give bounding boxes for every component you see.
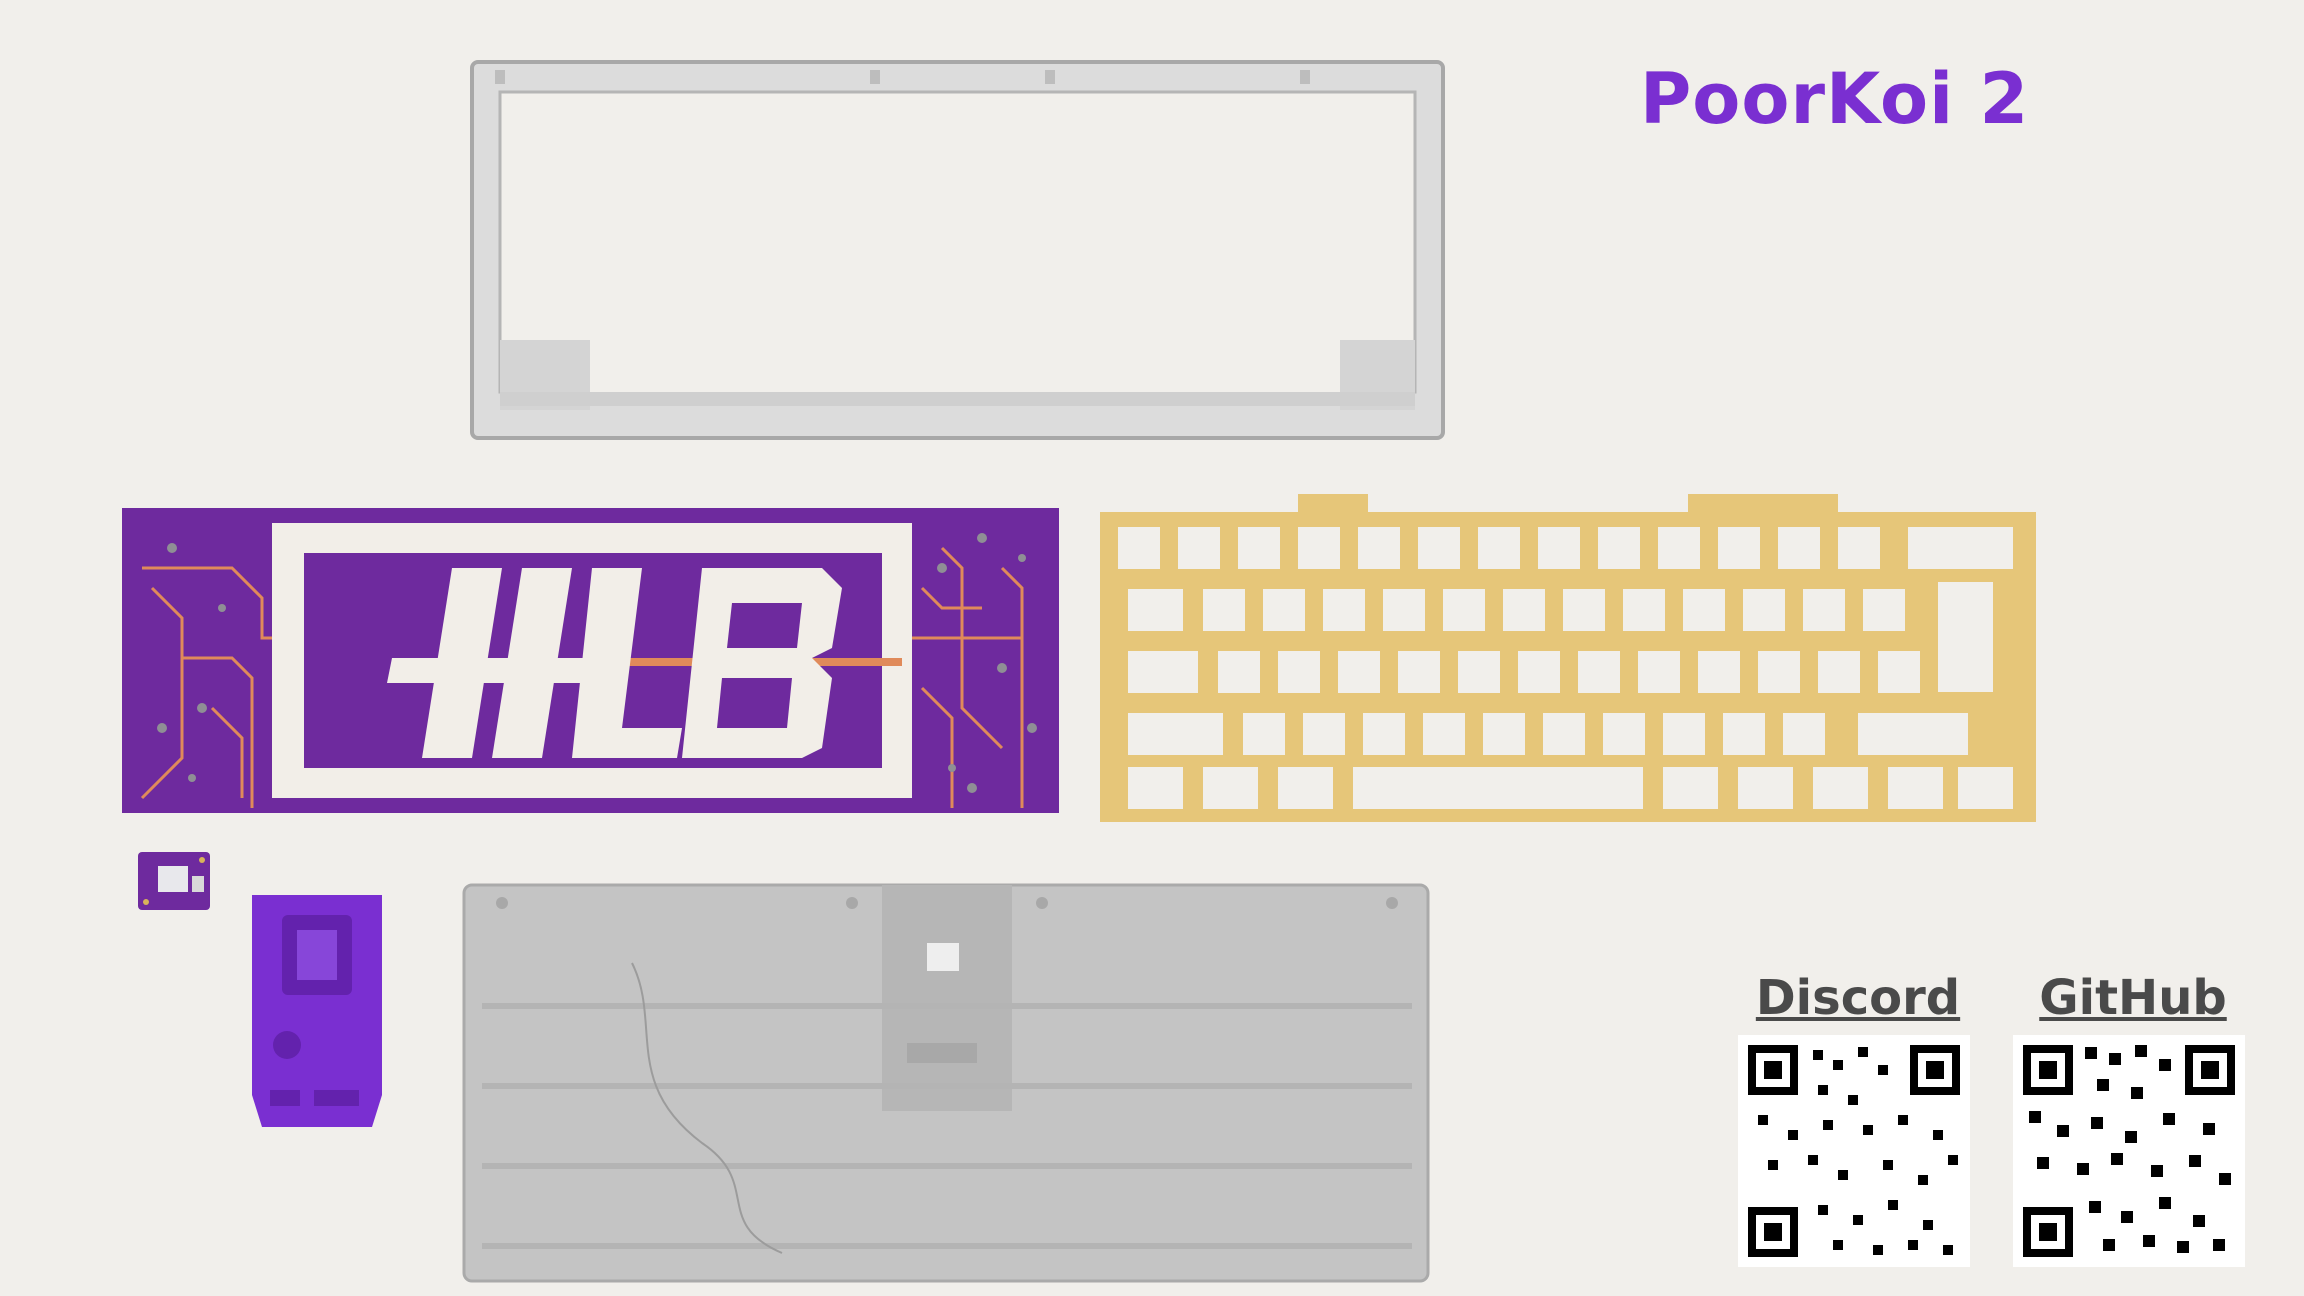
brass-plate [1100,494,2036,822]
pcb [122,508,1059,813]
discord-qr-code[interactable] [1738,1035,1970,1267]
usb-mount [252,895,382,1127]
github-label[interactable]: GitHub [2013,970,2253,1026]
bottom-case [462,883,1430,1283]
daughterboard [138,852,210,910]
discord-label[interactable]: Discord [1738,970,1978,1026]
github-qr-code[interactable] [2013,1035,2245,1267]
top-case-frame [470,60,1445,440]
page-title: PoorKoi 2 [1640,58,2030,140]
